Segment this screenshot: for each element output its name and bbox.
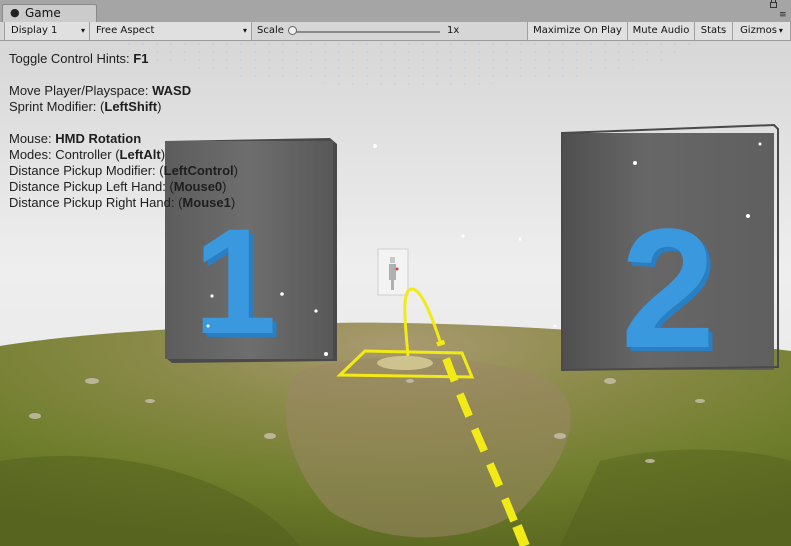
dropdown-arrows-icon: ▾ xyxy=(242,26,247,35)
scale-slider-track[interactable] xyxy=(292,31,440,33)
dropdown-arrow-icon: ▾ xyxy=(778,26,783,35)
tab-game[interactable]: ● Game xyxy=(2,4,97,22)
number-block-2: 2 2 xyxy=(561,123,779,388)
game-viewport[interactable]: 1 1 2 2 Toggle Control Hints: F1 Move Pl… xyxy=(0,41,791,546)
dropdown-arrows-icon: ▾ xyxy=(80,26,85,35)
hint-move: Move Player/Playspace: WASD xyxy=(9,83,192,98)
mute-audio-button[interactable]: Mute Audio xyxy=(627,22,694,40)
aspect-dropdown-label: Free Aspect xyxy=(96,25,155,36)
display-dropdown[interactable]: Display 1 ▾ xyxy=(4,22,90,40)
gizmos-label: Gizmos xyxy=(740,25,777,36)
hint-sprint: Sprint Modifier: (LeftShift) xyxy=(9,99,162,114)
pacman-game-icon: ● xyxy=(10,6,20,19)
number-1-face: 1 xyxy=(193,197,276,365)
hint-modes: Modes: Controller (LeftAlt) xyxy=(9,147,166,162)
game-toolbar: Display 1 ▾ Free Aspect ▾ Scale 1x Maxim… xyxy=(0,22,791,41)
stats-button[interactable]: Stats xyxy=(694,22,732,40)
hint-pickup-right: Distance Pickup Right Hand: (Mouse1) xyxy=(9,195,236,210)
tab-bar: ● Game ≡ xyxy=(0,0,791,22)
tab-game-label: Game xyxy=(25,6,61,20)
maximize-on-play-button[interactable]: Maximize On Play xyxy=(527,22,627,40)
hint-pickup-modifier: Distance Pickup Modifier: (LeftControl) xyxy=(9,163,239,178)
scale-slider-thumb[interactable] xyxy=(288,26,297,35)
hint-toggle: Toggle Control Hints: F1 xyxy=(9,51,149,66)
hint-pickup-left: Distance Pickup Left Hand: (Mouse0) xyxy=(9,179,227,194)
scale-label: Scale xyxy=(257,25,284,36)
aspect-dropdown[interactable]: Free Aspect ▾ xyxy=(90,22,252,40)
gizmos-button[interactable]: Gizmos ▾ xyxy=(732,22,791,40)
scale-value: 1x xyxy=(447,25,460,36)
window-menu-icon[interactable]: ≡ xyxy=(779,11,787,20)
hint-mouse: Mouse: HMD Rotation xyxy=(9,131,142,146)
number-2-face: 2 xyxy=(621,194,716,384)
lock-icon[interactable] xyxy=(770,0,777,8)
avatar-billboard xyxy=(377,248,409,296)
control-hints: Toggle Control Hints: F1 Move Player/Pla… xyxy=(9,51,238,211)
display-dropdown-label: Display 1 xyxy=(11,25,58,36)
game-view-window: ● Game ≡ Display 1 ▾ Free Aspect ▾ Scale… xyxy=(0,0,791,546)
